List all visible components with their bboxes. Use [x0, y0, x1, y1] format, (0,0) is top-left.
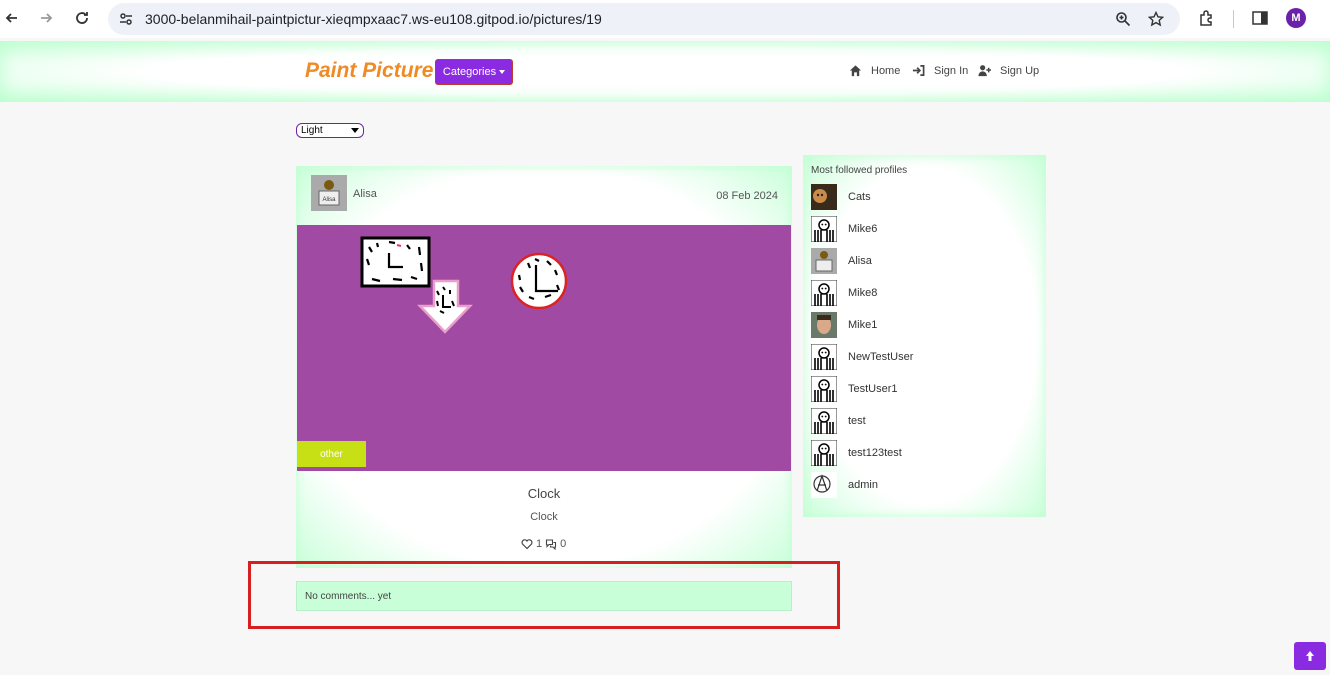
bookmark-star-icon[interactable]: [1148, 11, 1164, 27]
site-navbar: Paint Picture Categories Home Sign In Si…: [0, 41, 1330, 102]
reload-icon[interactable]: [72, 8, 92, 28]
nav-sign-up-link[interactable]: Sign Up: [978, 64, 1039, 77]
post-picture[interactable]: other: [297, 225, 791, 471]
profile-item[interactable]: NewTestUser: [811, 344, 913, 370]
post-stats: 1 0: [521, 538, 566, 550]
profile-item[interactable]: TestUser1: [811, 376, 898, 402]
profile-avatar-default: [811, 408, 837, 434]
profile-item[interactable]: Mike8: [811, 280, 877, 306]
profile-name: test: [848, 415, 866, 427]
address-bar[interactable]: 3000-belanmihail-paintpictur-xieqmpxaac7…: [108, 3, 1180, 35]
nav-home-label: Home: [871, 64, 901, 77]
profile-avatar-anarchy: [811, 472, 837, 498]
profile-name: Mike1: [848, 319, 878, 331]
sign-in-icon: [912, 65, 925, 76]
profile-item[interactable]: Mike1: [811, 312, 877, 338]
home-icon: [849, 65, 862, 77]
profile-name: Mike6: [848, 223, 878, 235]
profile-item[interactable]: test123test: [811, 440, 902, 466]
profile-avatar-default: [811, 376, 837, 402]
caret-down-icon: [499, 70, 506, 74]
profile-item[interactable]: Alisa: [811, 248, 872, 274]
url-text: 3000-belanmihail-paintpictur-xieqmpxaac7…: [145, 11, 602, 27]
nav-sign-in-link[interactable]: Sign In: [912, 64, 968, 77]
comments-section: No comments... yet: [296, 581, 792, 611]
post-title: Clock: [527, 486, 561, 501]
theme-select-value: Light: [301, 125, 323, 136]
profile-avatar-default: [811, 280, 837, 306]
comments-icon[interactable]: [545, 538, 557, 550]
profile-item[interactable]: Mike6: [811, 216, 877, 242]
svg-text:Alisa: Alisa: [322, 197, 336, 203]
category-tag-button[interactable]: other: [297, 441, 366, 467]
forward-icon[interactable]: [36, 8, 56, 28]
most-followed-profiles-panel: Most followed profiles Cats Mike6 Alisa …: [803, 155, 1046, 517]
profile-avatar-photo: [811, 312, 837, 338]
profile-name: Cats: [848, 191, 871, 203]
profile-name: admin: [848, 479, 878, 491]
profile-avatar-cat: [811, 184, 837, 210]
sidebar-title: Most followed profiles: [811, 165, 908, 176]
profile-avatar-default: [811, 216, 837, 242]
profile-item[interactable]: test: [811, 408, 866, 434]
profile-name: NewTestUser: [848, 351, 914, 363]
toolbar-divider: [1233, 10, 1234, 28]
post-date: 08 Feb 2024: [716, 190, 778, 202]
categories-label: Categories: [442, 66, 497, 78]
profile-avatar[interactable]: M: [1286, 8, 1306, 28]
profile-name: Alisa: [848, 255, 872, 267]
profile-avatar-alisa: [811, 248, 837, 274]
post-author-name[interactable]: Alisa: [353, 188, 377, 200]
profile-avatar-default: [811, 344, 837, 370]
site-info-icon[interactable]: [118, 11, 134, 27]
profile-name: TestUser1: [848, 383, 898, 395]
categories-dropdown-button[interactable]: Categories: [435, 59, 513, 85]
heart-icon[interactable]: [521, 538, 533, 550]
post-description: Clock: [530, 511, 558, 523]
clock-drawing: [360, 236, 568, 334]
theme-select[interactable]: Light: [296, 123, 364, 138]
likes-count: 1: [536, 538, 543, 550]
back-icon[interactable]: [2, 8, 22, 28]
chevron-down-icon: [351, 128, 359, 133]
zoom-icon[interactable]: [1115, 11, 1131, 27]
arrow-up-icon: [1306, 651, 1314, 661]
post-card: Alisa Alisa 08 Feb 2024 other Clock Cloc…: [296, 166, 792, 568]
profile-item[interactable]: Cats: [811, 184, 871, 210]
scroll-to-top-button[interactable]: [1294, 642, 1326, 670]
nav-sign-up-label: Sign Up: [1000, 64, 1040, 77]
profile-name: Mike8: [848, 287, 878, 299]
comments-count: 0: [560, 538, 567, 550]
brand-logo[interactable]: Paint Picture: [305, 59, 433, 83]
nav-sign-in-label: Sign In: [934, 64, 969, 77]
browser-toolbar: 3000-belanmihail-paintpictur-xieqmpxaac7…: [0, 0, 1330, 38]
profile-item[interactable]: admin: [811, 472, 878, 498]
user-plus-icon: [978, 65, 991, 77]
profile-name: test123test: [848, 447, 902, 459]
extensions-icon[interactable]: [1198, 9, 1216, 27]
no-comments-text: No comments... yet: [305, 591, 392, 602]
author-avatar[interactable]: Alisa: [311, 175, 347, 211]
profile-avatar-default: [811, 440, 837, 466]
nav-home-link[interactable]: Home: [849, 64, 900, 77]
side-panel-icon[interactable]: [1251, 9, 1269, 27]
